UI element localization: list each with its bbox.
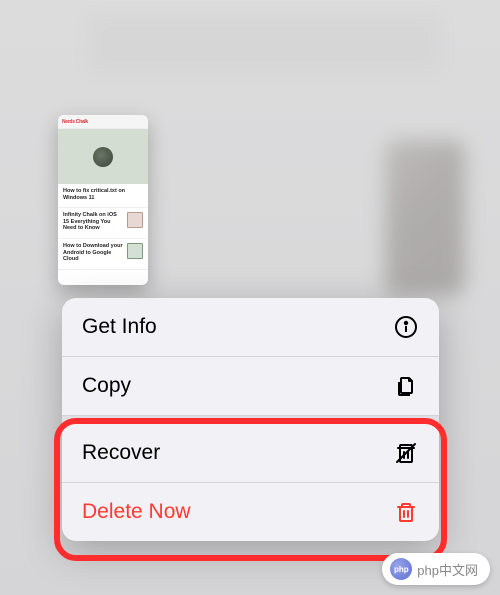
menu-item-label: Recover <box>82 441 160 465</box>
trash-icon <box>393 499 419 525</box>
recover-icon <box>393 440 419 466</box>
menu-item-get-info[interactable]: Get Info <box>62 298 439 357</box>
info-icon <box>393 314 419 340</box>
menu-item-delete-now[interactable]: Delete Now <box>62 483 439 541</box>
menu-item-label: Delete Now <box>82 500 191 524</box>
thumbnail-article-image <box>127 212 143 228</box>
menu-item-label: Get Info <box>82 315 157 339</box>
menu-item-recover[interactable]: Recover <box>62 424 439 483</box>
thumbnail-article-image <box>127 243 143 259</box>
thumbnail-article: How to Download your Android to Google C… <box>58 239 148 270</box>
thumbnail-logo: Nerds Chalk <box>62 119 88 125</box>
thumbnail-header: Nerds Chalk <box>58 115 148 129</box>
watermark-logo-icon: php <box>390 558 412 580</box>
menu-item-copy[interactable]: Copy <box>62 357 439 416</box>
watermark-text: php中文网 <box>417 560 478 579</box>
menu-separator <box>62 416 439 424</box>
file-thumbnail[interactable]: Nerds Chalk How to fix critical.txt on W… <box>58 115 148 285</box>
menu-item-label: Copy <box>82 374 131 398</box>
thumbnail-hero <box>58 129 148 184</box>
watermark: php php中文网 <box>382 553 490 585</box>
context-menu: Get Info Copy Recover <box>62 298 439 541</box>
thumbnail-article: Infinity Chalk on iOS 15 Everything You … <box>58 208 148 239</box>
copy-icon <box>393 373 419 399</box>
thumbnail-article: How to fix critical.txt on Windows 11 <box>58 184 148 208</box>
